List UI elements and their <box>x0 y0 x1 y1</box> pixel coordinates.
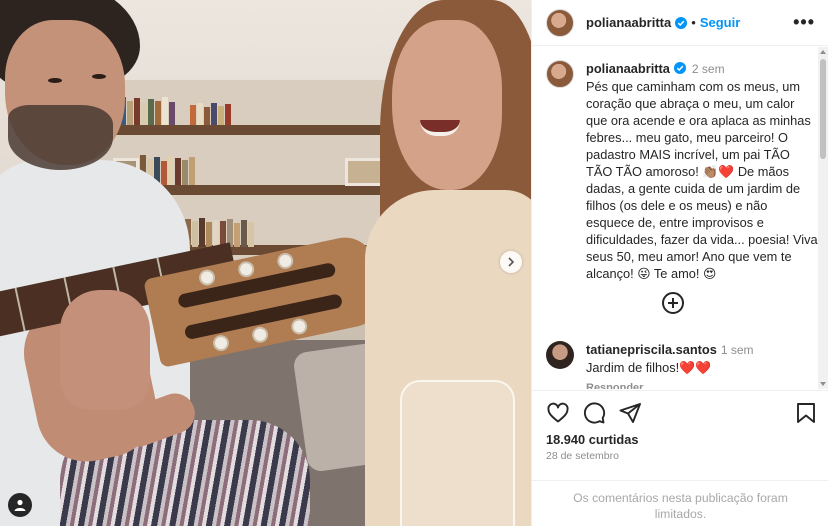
chevron-right-icon <box>508 257 515 267</box>
verified-icon <box>673 62 686 74</box>
woman-face <box>392 20 502 190</box>
tuning-peg <box>236 259 256 279</box>
scroll-thumb[interactable] <box>820 59 826 159</box>
caption-username[interactable]: polianaabritta <box>586 61 670 76</box>
caption-avatar[interactable] <box>546 60 574 88</box>
commenter-avatar[interactable] <box>546 341 574 369</box>
post-side-panel: polianaabritta • Seguir ••• polianaabrit… <box>531 0 828 526</box>
reply-button[interactable]: Responder <box>586 380 816 389</box>
comments-limited-notice: Os comentários nesta publicação foram li… <box>532 480 828 526</box>
guitar-fret <box>14 287 26 332</box>
share-icon[interactable] <box>618 401 642 425</box>
man-eye <box>48 78 62 83</box>
caption-body: Pés que caminham com os meus, um coração… <box>586 79 818 281</box>
post-header: polianaabritta • Seguir ••• <box>532 0 828 46</box>
tuning-peg <box>211 333 231 353</box>
bookmark-icon[interactable] <box>794 401 818 425</box>
books <box>120 97 175 125</box>
post-date[interactable]: 28 de setembro <box>546 450 619 462</box>
heart-icon[interactable] <box>546 401 570 425</box>
caption-text-block: polianaabritta 2 sem Pés que caminham com… <box>586 60 819 282</box>
post-photo[interactable] <box>0 0 531 526</box>
man-eye <box>92 74 106 79</box>
tuning-peg <box>275 251 295 271</box>
comments-list[interactable]: polianaabritta 2 sem Pés que caminham com… <box>532 47 828 389</box>
commenter-username[interactable]: tatianepriscila.santos <box>586 342 717 357</box>
scroll-down-arrow[interactable] <box>820 382 826 386</box>
wine-glass <box>400 380 515 526</box>
next-photo-button[interactable] <box>500 251 522 273</box>
comment-time[interactable]: 1 sem <box>721 343 754 357</box>
caption-time[interactable]: 2 sem <box>692 62 725 76</box>
user-tag-icon <box>14 499 26 511</box>
author-username[interactable]: polianaabritta <box>586 15 671 30</box>
tuning-peg <box>289 316 309 336</box>
follow-button[interactable]: Seguir <box>700 15 740 30</box>
scroll-up-arrow[interactable] <box>820 50 826 54</box>
verified-icon <box>675 16 688 29</box>
author-avatar[interactable] <box>546 8 574 37</box>
tuning-peg <box>197 268 217 288</box>
tuning-peg <box>250 325 270 345</box>
comment-text-block: tatianepriscila.santos 1 sem Jardim de fi… <box>586 341 816 389</box>
books <box>185 218 254 247</box>
user-tag-button[interactable] <box>8 493 32 517</box>
comments-scrollbar[interactable] <box>818 47 828 389</box>
comment-body: Jardim de filhos!❤️❤️ <box>586 360 712 375</box>
separator-dot: • <box>691 15 696 30</box>
action-bar <box>532 390 828 434</box>
shelf-plank <box>100 125 420 135</box>
more-options-button[interactable]: ••• <box>793 13 815 31</box>
man-beard <box>8 105 113 170</box>
load-more-comments-button[interactable] <box>662 292 684 314</box>
comment-icon[interactable] <box>582 401 606 425</box>
likes-count[interactable]: 18.940 curtidas <box>546 432 638 447</box>
books <box>190 103 231 125</box>
man-hand <box>60 290 150 410</box>
